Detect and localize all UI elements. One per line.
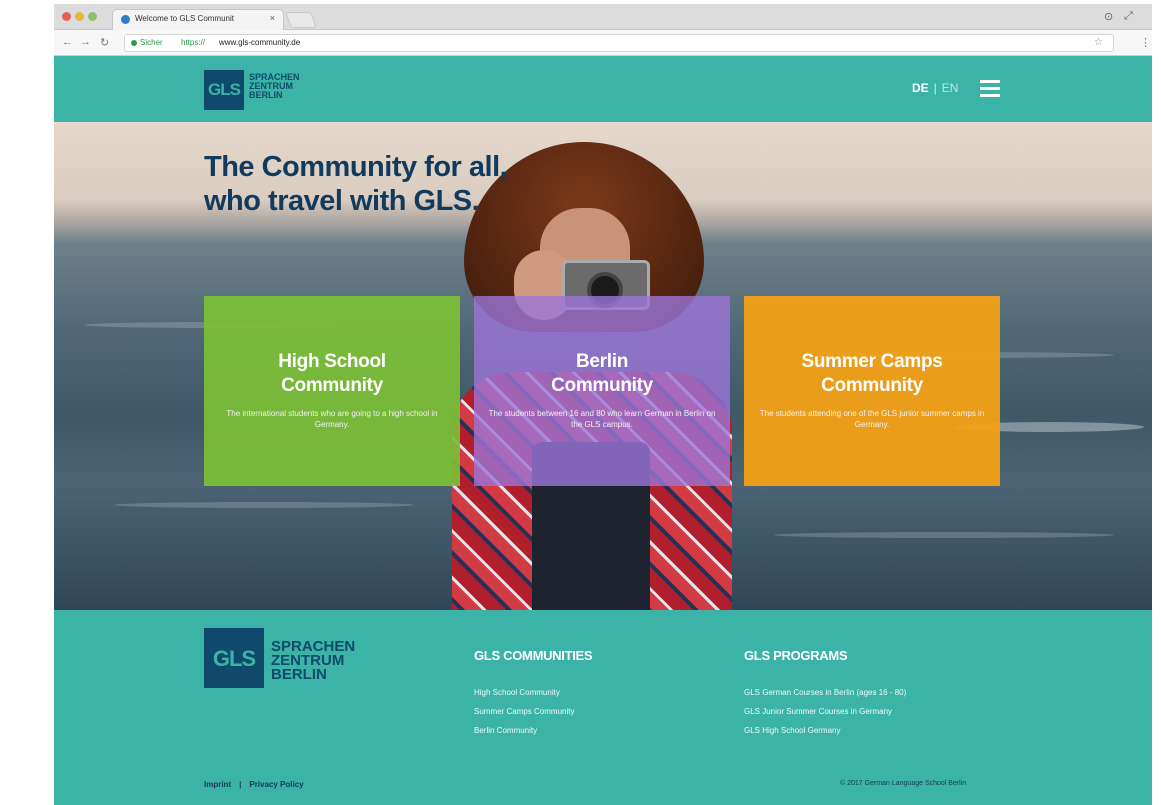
logo-letters: GLS: [208, 80, 241, 99]
card-description: The students between 16 and 80 who learn…: [488, 409, 716, 429]
hero-title: The Community for all, who travel with G…: [204, 151, 508, 217]
privacy-policy-link[interactable]: Privacy Policy: [249, 780, 303, 789]
imprint-link[interactable]: Imprint: [204, 780, 231, 789]
url-scheme: https://: [181, 38, 206, 47]
card-berlin-community[interactable]: Berlin Community The students between 16…: [474, 296, 730, 486]
tab-bar: Welcome to GLS Communit × ⊙ ⤢: [54, 4, 1152, 30]
close-window-icon[interactable]: [62, 12, 71, 21]
hero-section: The Community for all, who travel with G…: [54, 122, 1152, 610]
footer-separator: |: [239, 780, 242, 789]
logo-line: BERLIN: [249, 90, 283, 100]
card-title: Summer Camps Community: [801, 351, 943, 396]
wave-decoration: [114, 502, 414, 508]
logo-line: BERLIN: [271, 666, 327, 683]
footer-programs-title: GLS PROGRAMS: [744, 648, 848, 663]
footer-logo-wordmark[interactable]: SPRACHEN ZENTRUM BERLIN: [271, 639, 355, 683]
footer-link-berlin[interactable]: Berlin Community: [474, 721, 592, 740]
website: GLS SPRACHEN ZENTRUM BERLIN DE | EN The …: [54, 56, 1152, 805]
footer-programs-column: GLS PROGRAMS GLS German Courses in Berli…: [744, 648, 906, 740]
gls-logo[interactable]: GLS: [204, 70, 244, 110]
footer-communities-column: GLS COMMUNITIES High School Community Su…: [474, 648, 593, 740]
forward-icon[interactable]: →: [80, 36, 91, 48]
secure-label: Sicher: [140, 38, 163, 47]
copyright-text: © 2017 German Language School Berlin: [840, 780, 967, 787]
card-title: Berlin Community: [551, 351, 653, 396]
lang-en-link[interactable]: EN: [942, 81, 959, 95]
footer-link-junior-summer[interactable]: GLS Junior Summer Courses in Germany: [744, 702, 906, 721]
browser-tab[interactable]: Welcome to GLS Communit ×: [112, 9, 284, 30]
footer-link-high-school-germany[interactable]: GLS High School Germany: [744, 721, 906, 740]
back-icon[interactable]: ←: [62, 36, 73, 48]
new-tab-button[interactable]: [285, 12, 317, 28]
site-header: GLS SPRACHEN ZENTRUM BERLIN DE | EN: [54, 56, 1152, 122]
footer-logo-letters: GLS: [212, 646, 256, 671]
footer-gls-logo[interactable]: GLS: [204, 628, 264, 688]
maximize-window-icon[interactable]: [88, 12, 97, 21]
card-summer-camps-community[interactable]: Summer Camps Community The students atte…: [744, 296, 1000, 486]
url-host: www.gls-community.de: [219, 38, 301, 47]
fullscreen-icon[interactable]: ⤢: [1124, 10, 1133, 23]
favicon-icon: [121, 15, 130, 24]
bookmark-star-icon[interactable]: ☆: [1094, 37, 1103, 48]
community-cards: High School Community The international …: [204, 296, 1004, 486]
language-switcher: DE | EN: [912, 81, 958, 95]
url-input[interactable]: Sicher https:// www.gls-community.de ☆: [124, 34, 1114, 52]
menu-dots-icon[interactable]: ⋮: [1140, 36, 1151, 49]
site-footer: GLS SPRACHEN ZENTRUM BERLIN GLS COMMUNIT…: [54, 610, 1152, 805]
card-description: The students attending one of the GLS ju…: [759, 409, 985, 429]
footer-link-summer-camps[interactable]: Summer Camps Community: [474, 702, 592, 721]
card-high-school-community[interactable]: High School Community The international …: [204, 296, 460, 486]
card-title: High School Community: [278, 351, 386, 396]
tab-close-icon[interactable]: ×: [270, 13, 275, 23]
footer-legal-links: Imprint | Privacy Policy: [204, 780, 304, 789]
wave-decoration: [774, 532, 1114, 538]
card-description: The international students who are going…: [226, 409, 438, 429]
footer-link-high-school[interactable]: High School Community: [474, 683, 592, 702]
hamburger-menu-icon[interactable]: [980, 80, 1000, 98]
browser-window: Welcome to GLS Communit × ⊙ ⤢ ← → ↻ Sich…: [54, 4, 1152, 805]
tab-title: Welcome to GLS Communit: [135, 14, 234, 23]
address-bar: ← → ↻ Sicher https:// www.gls-community.…: [54, 30, 1152, 56]
footer-link-german-courses[interactable]: GLS German Courses in Berlin (ages 16 - …: [744, 683, 906, 702]
reload-icon[interactable]: ↻: [100, 36, 109, 49]
footer-communities-title: GLS COMMUNITIES: [474, 648, 593, 663]
extension-icon[interactable]: ⊙: [1104, 10, 1113, 23]
lang-de-link[interactable]: DE: [912, 81, 929, 95]
logo-wordmark[interactable]: SPRACHEN ZENTRUM BERLIN: [249, 73, 300, 100]
minimize-window-icon[interactable]: [75, 12, 84, 21]
lang-separator: |: [933, 81, 937, 95]
lock-icon: [131, 40, 137, 46]
